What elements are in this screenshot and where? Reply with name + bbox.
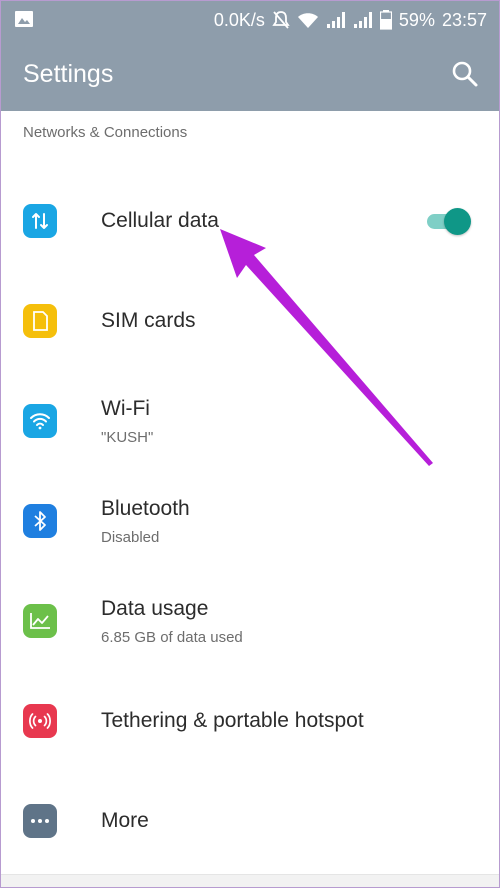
signal-icon <box>326 12 345 28</box>
battery-percent: 59% <box>398 9 435 30</box>
sim-card-icon <box>23 304 57 338</box>
toggle-knob <box>444 208 471 235</box>
more-icon <box>23 804 57 838</box>
settings-item-subtitle: 6.85 GB of data used <box>101 629 243 646</box>
settings-item-label: SIM cards <box>101 309 196 332</box>
network-speed: 0.0K/s <box>213 9 265 30</box>
settings-item-more[interactable]: More <box>1 771 499 871</box>
settings-item-sim-cards[interactable]: SIM cards <box>1 271 499 371</box>
section-header: Networks & Connections <box>23 124 188 141</box>
wifi-icon <box>297 13 318 28</box>
battery-icon <box>379 10 392 30</box>
app-bar: Settings <box>1 38 499 111</box>
settings-item-label: Tethering & portable hotspot <box>101 709 364 732</box>
cellular-data-toggle[interactable] <box>425 207 471 235</box>
settings-item-wifi[interactable]: Wi-Fi "KUSH" <box>1 371 499 471</box>
data-transfer-icon <box>23 204 57 238</box>
settings-list: Networks & Connections Cellular data SIM… <box>1 111 499 887</box>
settings-item-subtitle: Disabled <box>101 529 160 546</box>
status-right: 0.0K/s 59% 23:57 <box>214 8 487 32</box>
settings-item-data-usage[interactable]: Data usage 6.85 GB of data used <box>1 571 499 671</box>
settings-item-label: Bluetooth <box>101 497 190 520</box>
signal-icon <box>353 12 372 28</box>
clock: 23:57 <box>441 9 487 30</box>
wifi-icon <box>23 404 57 438</box>
settings-item-subtitle: "KUSH" <box>101 429 154 446</box>
screen: 0.0K/s 59% 23:57 Settings Networks & Con… <box>0 0 500 888</box>
search-icon[interactable] <box>451 60 479 88</box>
chart-icon <box>23 604 57 638</box>
settings-item-tethering[interactable]: Tethering & portable hotspot <box>1 671 499 771</box>
page-title: Settings <box>23 60 114 88</box>
settings-item-label: More <box>101 809 149 832</box>
settings-item-label: Wi-Fi <box>101 397 150 420</box>
bluetooth-icon <box>23 504 57 538</box>
status-bar: 0.0K/s 59% 23:57 <box>1 1 499 38</box>
hotspot-icon <box>23 704 57 738</box>
settings-item-label: Cellular data <box>101 209 219 232</box>
bottom-divider <box>1 874 499 887</box>
settings-item-bluetooth[interactable]: Bluetooth Disabled <box>1 471 499 571</box>
settings-item-cellular-data[interactable]: Cellular data <box>1 171 499 271</box>
image-icon <box>15 11 33 27</box>
mute-icon <box>272 11 290 29</box>
settings-item-label: Data usage <box>101 597 209 620</box>
